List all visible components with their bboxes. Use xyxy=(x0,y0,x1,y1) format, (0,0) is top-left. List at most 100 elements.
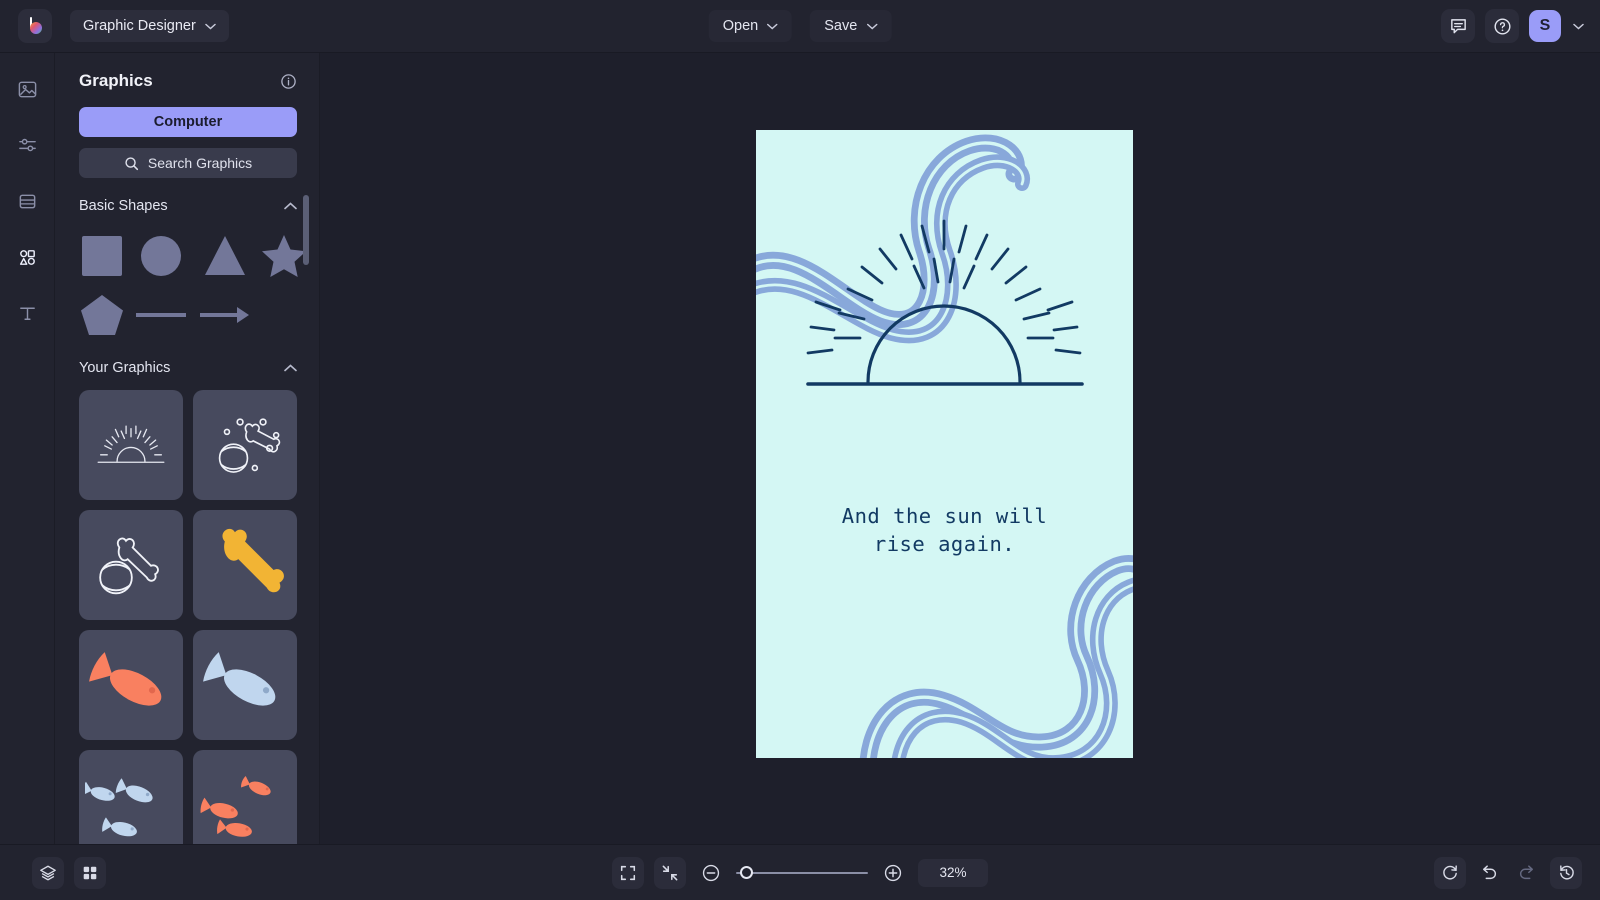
section-your-graphics[interactable]: Your Graphics xyxy=(79,354,297,378)
graphic-tile-blue-fish[interactable] xyxy=(193,630,297,740)
account-menu-button[interactable] xyxy=(1573,17,1584,35)
zoom-controls: 32% xyxy=(612,856,988,889)
layers-button[interactable] xyxy=(32,856,64,889)
avatar-initial: S xyxy=(1539,17,1551,34)
file-actions: Open Save xyxy=(708,10,892,42)
help-button[interactable] xyxy=(1485,9,1519,43)
chevron-down-icon xyxy=(1573,23,1584,30)
shape-line[interactable] xyxy=(133,288,189,342)
undo-button[interactable] xyxy=(1474,857,1504,887)
artboard-text[interactable]: And the sun will rise again. xyxy=(756,502,1133,558)
image-icon xyxy=(18,81,36,97)
user-avatar[interactable]: S xyxy=(1529,10,1561,42)
ball-and-bone-outline-graphic-icon xyxy=(99,537,159,595)
panel-scrollbar[interactable] xyxy=(303,195,309,265)
ball-and-bones-graphic-icon xyxy=(218,418,281,473)
orange-fish-trio-graphic-icon xyxy=(200,776,271,837)
layout-icon xyxy=(19,194,35,208)
undo-icon xyxy=(1483,864,1497,879)
yellow-bone-graphic-icon xyxy=(222,528,284,593)
triangle-shape-icon xyxy=(205,236,245,275)
chevron-down-icon xyxy=(767,23,778,30)
star-shape-icon xyxy=(262,235,306,277)
line-shape-icon xyxy=(136,313,186,317)
rail-item-layouts[interactable] xyxy=(9,183,45,219)
graphic-tile-blue-fish-trio[interactable] xyxy=(79,750,183,844)
collapse-screen-button[interactable] xyxy=(654,856,686,889)
info-button[interactable] xyxy=(280,73,297,90)
zoom-out-icon xyxy=(702,864,720,881)
open-label: Open xyxy=(722,18,759,34)
comment-button[interactable] xyxy=(1441,9,1475,43)
artboard[interactable]: And the sun will rise again. xyxy=(756,130,1133,758)
zoom-in-button[interactable] xyxy=(878,858,908,888)
rail-item-adjustments[interactable] xyxy=(9,127,45,163)
shapes-icon xyxy=(19,249,35,265)
zoom-in-icon xyxy=(884,864,902,881)
section-basic-shapes[interactable]: Basic Shapes xyxy=(79,192,297,216)
search-placeholder: Search Graphics xyxy=(147,155,253,171)
graphic-tile-ball-and-bone-outline[interactable] xyxy=(79,510,183,620)
chevron-up-icon xyxy=(284,202,297,210)
rail-item-text[interactable] xyxy=(9,295,45,331)
search-graphics-input[interactable]: Search Graphics xyxy=(79,148,297,178)
app-switcher-menu[interactable]: Graphic Designer xyxy=(70,10,229,42)
bottom-left-tools xyxy=(32,856,106,889)
graphic-tile-yellow-bone[interactable] xyxy=(193,510,297,620)
panel-scroll-region: Basic Shapes Your Graphics xyxy=(55,192,319,844)
shape-empty-slot xyxy=(261,288,307,342)
circle-shape-icon xyxy=(141,236,181,276)
redo-icon xyxy=(1519,864,1533,879)
artboard-text-line-2: rise again. xyxy=(873,532,1016,556)
tool-rail xyxy=(0,53,55,844)
pentagon-shape-icon xyxy=(81,295,123,335)
info-icon xyxy=(281,73,296,89)
sunrise-graphic-icon xyxy=(97,425,165,463)
save-button[interactable]: Save xyxy=(810,10,892,42)
page-title: Graphics xyxy=(79,71,153,90)
shape-star[interactable] xyxy=(261,228,307,282)
grid-icon xyxy=(83,866,97,879)
zoom-slider-knob[interactable] xyxy=(740,866,753,879)
comment-icon xyxy=(1450,18,1466,33)
section-your-graphics-label: Your Graphics xyxy=(79,360,171,376)
reset-icon xyxy=(1442,865,1457,880)
shape-arrow[interactable] xyxy=(197,288,253,342)
chevron-down-icon xyxy=(205,23,216,30)
graphic-tile-orange-fish[interactable] xyxy=(79,630,183,740)
zoom-level-value: 32% xyxy=(939,865,967,880)
layers-icon xyxy=(40,865,56,880)
shape-triangle[interactable] xyxy=(197,228,253,282)
computer-source-button[interactable]: Computer xyxy=(79,107,297,137)
graphic-tile-orange-fish-trio[interactable] xyxy=(193,750,297,844)
reset-button[interactable] xyxy=(1434,856,1466,889)
chevron-down-icon xyxy=(866,23,878,30)
bottom-bar: 32% xyxy=(0,844,1600,900)
zoom-level-display[interactable]: 32% xyxy=(918,858,988,887)
app-switcher-label: Graphic Designer xyxy=(83,18,196,34)
fit-screen-button[interactable] xyxy=(612,856,644,889)
canvas-area[interactable]: And the sun will rise again. xyxy=(320,53,1600,844)
graphic-tile-sunrise[interactable] xyxy=(79,390,183,500)
section-basic-shapes-label: Basic Shapes xyxy=(79,198,168,214)
zoom-slider[interactable] xyxy=(736,863,868,883)
collapse-screen-icon xyxy=(662,865,678,880)
zoom-out-button[interactable] xyxy=(696,858,726,888)
your-graphics-grid: STOP xyxy=(79,390,297,844)
redo-button[interactable] xyxy=(1512,857,1542,887)
rail-item-graphics[interactable] xyxy=(9,239,45,275)
shape-circle[interactable] xyxy=(133,228,189,282)
rail-item-image[interactable] xyxy=(9,71,45,107)
graphic-tile-ball-and-bones[interactable] xyxy=(193,390,297,500)
app-root: Graphic Designer Open Save S Graphics Co… xyxy=(0,0,1600,900)
history-button[interactable] xyxy=(1550,856,1582,889)
grid-view-button[interactable] xyxy=(74,856,106,889)
open-button[interactable]: Open xyxy=(708,10,793,42)
shape-pentagon[interactable] xyxy=(79,288,125,342)
zoom-slider-track xyxy=(736,871,868,874)
shape-square[interactable] xyxy=(79,228,125,282)
orange-fish-graphic-icon xyxy=(89,652,162,706)
brand-logo-button[interactable] xyxy=(18,9,52,43)
chevron-up-icon xyxy=(284,364,297,372)
body: Graphics Computer Search Graphics Basic … xyxy=(0,53,1600,844)
